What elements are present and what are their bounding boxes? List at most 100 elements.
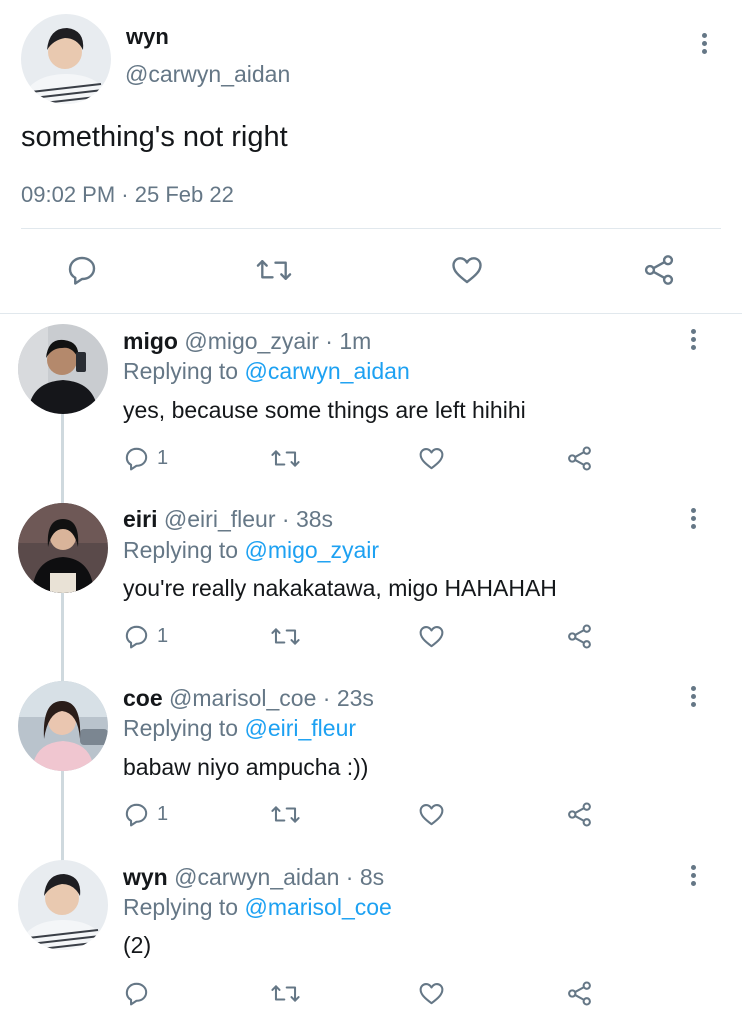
reply-age: 23s [336, 685, 374, 711]
reply-author-name[interactable]: coe [123, 685, 163, 711]
more-options-icon[interactable] [688, 508, 698, 529]
share-icon [568, 624, 591, 649]
replying-to-link[interactable]: @eiri_fleur [244, 715, 356, 741]
reply-author-handle[interactable]: @migo_zyair [184, 328, 319, 354]
dot-separator: · [281, 506, 290, 532]
retweet-icon [271, 450, 300, 467]
reply-header: eiri @eiri_fleur · 38s [123, 506, 333, 533]
like-icon [419, 983, 444, 1005]
reply-header: wyn @carwyn_aidan · 8s [123, 864, 384, 891]
reply-author-handle[interactable]: @carwyn_aidan [174, 864, 339, 890]
reply-header: migo @migo_zyair · 1m [123, 328, 371, 355]
share-button[interactable] [641, 252, 677, 288]
avatar-image [18, 681, 108, 771]
reply-count: 1 [157, 447, 169, 469]
like-icon [452, 257, 482, 284]
avatar[interactable] [18, 681, 108, 771]
main-tweet-name[interactable]: wyn [126, 24, 169, 50]
main-tweet-handle[interactable]: @carwyn_aidan [125, 61, 290, 88]
avatar[interactable] [21, 14, 111, 104]
reply-count: 1 [157, 803, 169, 825]
divider [21, 228, 721, 229]
more-options-icon[interactable] [699, 33, 709, 54]
replying-to: Replying to @marisol_coe [123, 894, 392, 921]
reply-age: 8s [359, 864, 385, 890]
retweet-icon [256, 260, 292, 280]
thread-line [61, 771, 64, 861]
avatar-image [18, 503, 108, 593]
share-icon [644, 255, 674, 285]
like-button[interactable] [449, 252, 485, 288]
avatar-image [21, 14, 111, 104]
like-button[interactable] [417, 622, 446, 651]
reply-button[interactable]: 1 [122, 622, 168, 651]
more-options-icon[interactable] [688, 686, 698, 707]
replying-to: Replying to @carwyn_aidan [123, 358, 410, 385]
retweet-button[interactable] [255, 252, 293, 288]
dot-separator: · [345, 864, 354, 890]
replying-to: Replying to @migo_zyair [123, 537, 379, 564]
retweet-button[interactable] [270, 444, 301, 473]
tweet-timestamp: 09:02 PM · 25 Feb 22 [21, 182, 234, 208]
reply-author-name[interactable]: wyn [123, 864, 168, 890]
reply-icon [125, 447, 148, 471]
dot-separator: · [325, 328, 333, 354]
reply-button[interactable] [64, 252, 100, 288]
thread-line [61, 593, 64, 683]
share-icon [568, 802, 591, 827]
like-button[interactable] [417, 444, 446, 473]
reply-icon [125, 982, 148, 1006]
reply-author-name[interactable]: migo [123, 328, 178, 354]
timestamp-separator: · [121, 182, 129, 207]
retweet-icon [271, 806, 300, 823]
replying-to-link[interactable]: @migo_zyair [244, 537, 379, 563]
reply-icon [125, 803, 148, 827]
avatar[interactable] [18, 860, 108, 950]
like-icon [419, 804, 444, 826]
dot-separator: · [322, 685, 331, 711]
share-button[interactable] [565, 444, 594, 473]
avatar-image [18, 860, 108, 950]
more-options-icon[interactable] [688, 329, 698, 350]
replying-to: Replying to @eiri_fleur [123, 715, 356, 742]
like-icon [419, 626, 444, 648]
like-button[interactable] [417, 800, 446, 829]
reply-header: coe @marisol_coe · 23s [123, 685, 374, 712]
reply-author-handle[interactable]: @eiri_fleur [164, 506, 276, 532]
reply-count: 1 [157, 625, 169, 647]
avatar[interactable] [18, 324, 108, 414]
retweet-button[interactable] [270, 622, 301, 651]
more-options-icon[interactable] [688, 865, 698, 886]
avatar-image [18, 324, 108, 414]
share-button[interactable] [565, 800, 594, 829]
reply-button[interactable] [122, 979, 157, 1008]
retweet-button[interactable] [270, 800, 301, 829]
like-button[interactable] [417, 979, 446, 1008]
retweet-icon [271, 628, 300, 645]
reply-age: 1m [339, 328, 372, 354]
section-divider [0, 313, 742, 314]
reply-age: 38s [295, 506, 334, 532]
reply-text: you're really nakakatawa, migo HAHAHAH [123, 575, 557, 601]
reply-button[interactable]: 1 [122, 444, 168, 473]
reply-icon [125, 625, 148, 649]
share-button[interactable] [565, 979, 594, 1008]
share-icon [568, 981, 591, 1006]
replying-to-prefix: Replying to [123, 715, 239, 741]
reply-author-handle[interactable]: @marisol_coe [169, 685, 316, 711]
retweet-button[interactable] [270, 979, 301, 1008]
avatar[interactable] [18, 503, 108, 593]
replying-to-prefix: Replying to [123, 894, 239, 920]
replying-to-link[interactable]: @carwyn_aidan [244, 358, 409, 384]
reply-text: babaw niyo ampucha :)) [123, 754, 369, 780]
tweet-date: 25 Feb 22 [134, 182, 234, 207]
retweet-icon [271, 985, 300, 1002]
share-icon [568, 446, 591, 471]
reply-button[interactable]: 1 [122, 800, 168, 829]
reply-icon [68, 256, 96, 285]
share-button[interactable] [565, 622, 594, 651]
reply-text: yes, because some things are left hihihi [123, 397, 526, 423]
reply-author-name[interactable]: eiri [123, 506, 158, 532]
like-icon [419, 448, 444, 470]
replying-to-link[interactable]: @marisol_coe [244, 894, 391, 920]
